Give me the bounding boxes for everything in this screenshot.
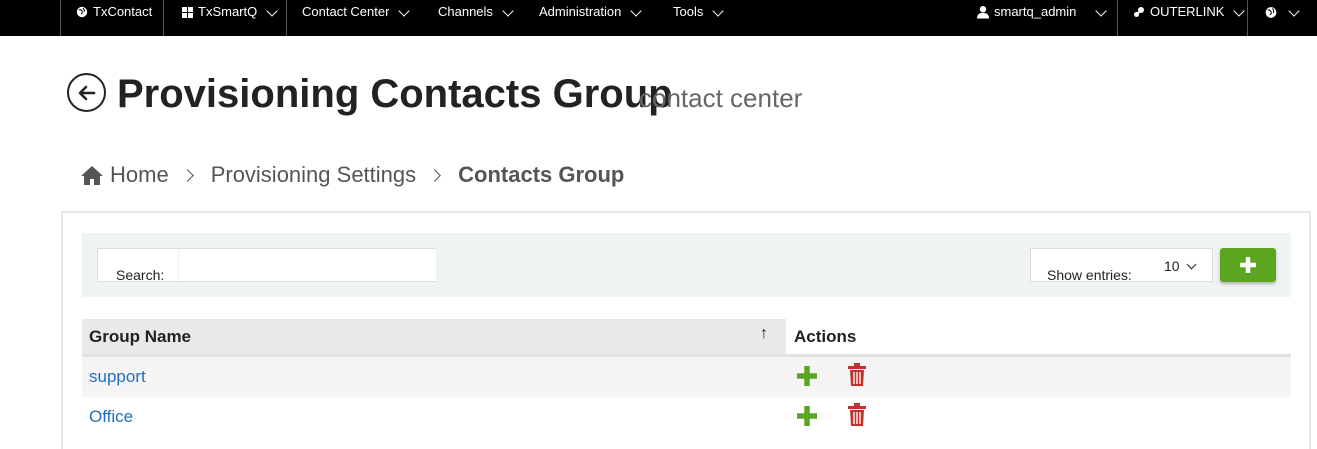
column-header-group-name-label: Group Name xyxy=(89,327,192,346)
chevron-down-icon xyxy=(502,5,514,17)
entries-value: 10 xyxy=(1164,258,1180,274)
group-name-link[interactable]: Office xyxy=(89,407,133,427)
nav-language[interactable] xyxy=(1265,0,1300,36)
search-container: Search: xyxy=(97,248,436,283)
top-navbar: TxContact TxSmartQ Contact Center Channe… xyxy=(0,0,1317,36)
nav-contact-center-label: Contact Center xyxy=(302,4,390,19)
grid-icon xyxy=(181,6,193,18)
nav-txsmartq[interactable]: TxSmartQ xyxy=(181,0,278,36)
globe-icon xyxy=(1265,6,1277,18)
nav-tools[interactable]: Tools xyxy=(673,0,725,36)
group-name-link[interactable]: support xyxy=(89,367,146,387)
entries-select[interactable]: 10 xyxy=(1164,258,1197,274)
nav-separator xyxy=(1117,0,1118,36)
home-icon xyxy=(80,165,104,186)
chevron-down-icon xyxy=(1186,259,1197,269)
nav-administration-label: Administration xyxy=(539,4,622,19)
chevron-right-icon xyxy=(428,168,442,182)
user-icon xyxy=(977,6,989,19)
entries-container: Show entries: 10 xyxy=(1030,248,1213,283)
nav-txsmartq-label: TxSmartQ xyxy=(198,4,258,19)
nav-txcontact[interactable]: TxContact xyxy=(76,0,152,36)
table-row: Office xyxy=(82,397,1291,437)
nav-separator xyxy=(286,0,287,36)
add-contact-icon[interactable] xyxy=(795,364,819,393)
chevron-down-icon xyxy=(1095,5,1108,17)
chevron-right-icon xyxy=(180,168,194,182)
arrow-left-icon xyxy=(78,85,95,100)
chevron-down-icon xyxy=(1288,5,1300,17)
search-input[interactable] xyxy=(178,249,436,281)
nav-administration[interactable]: Administration xyxy=(539,0,643,36)
trash-icon[interactable] xyxy=(847,363,867,392)
column-header-actions: Actions xyxy=(787,319,1291,355)
search-label: Search: xyxy=(116,267,165,283)
breadcrumb: Home Provisioning Settings Contacts Grou… xyxy=(80,158,624,192)
chevron-down-icon xyxy=(1233,5,1246,17)
nav-contact-center[interactable]: Contact Center xyxy=(302,0,411,36)
column-header-group-name[interactable]: Group Name ↑ xyxy=(82,319,786,355)
nav-channels[interactable]: Channels xyxy=(438,0,514,36)
entries-label: Show entries: xyxy=(1047,267,1132,283)
nav-separator xyxy=(163,0,164,36)
nav-outerlink-label: OUTERLINK xyxy=(1150,4,1225,19)
nav-txcontact-label: TxContact xyxy=(93,4,153,19)
nav-user-menu[interactable]: smartq_admin xyxy=(977,0,1108,36)
chevron-down-icon xyxy=(712,5,725,17)
breadcrumb-provisioning-settings[interactable]: Provisioning Settings xyxy=(211,162,416,188)
nav-channels-label: Channels xyxy=(438,4,493,19)
sort-ascending-icon: ↑ xyxy=(760,325,768,342)
globe-icon xyxy=(76,6,88,18)
page-subtitle: contact center xyxy=(639,83,803,113)
add-contact-icon[interactable] xyxy=(795,404,819,433)
nav-tools-label: Tools xyxy=(673,4,704,19)
table-row: support xyxy=(82,357,1291,397)
add-group-button[interactable] xyxy=(1220,248,1276,282)
link-icon xyxy=(1133,6,1145,18)
column-header-actions-label: Actions xyxy=(794,327,857,346)
breadcrumb-current: Contacts Group xyxy=(458,162,625,187)
nav-user-label: smartq_admin xyxy=(994,4,1077,19)
plus-icon xyxy=(1240,257,1256,273)
back-button[interactable] xyxy=(67,73,106,112)
nav-separator xyxy=(1247,0,1248,36)
chevron-down-icon xyxy=(266,5,278,17)
chevron-down-icon xyxy=(398,5,411,17)
nav-separator xyxy=(60,0,61,36)
trash-icon[interactable] xyxy=(847,403,867,432)
breadcrumb-home[interactable]: Home xyxy=(110,162,169,188)
page-title: Provisioning Contacts Group xyxy=(117,72,673,116)
nav-outerlink[interactable]: OUTERLINK xyxy=(1133,0,1246,36)
chevron-down-icon xyxy=(630,5,643,17)
